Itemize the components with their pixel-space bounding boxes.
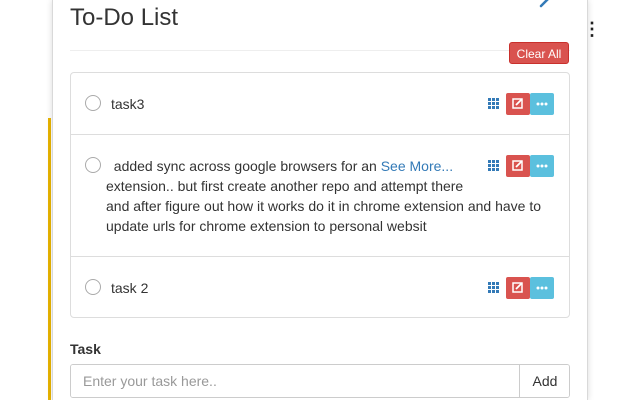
- list-item: task3: [71, 73, 569, 135]
- more-options-button[interactable]: [530, 155, 554, 177]
- task-checkbox[interactable]: [85, 157, 101, 173]
- background-page-right: [588, 0, 640, 400]
- task-input-group: Add: [70, 364, 570, 398]
- list-item: added sync across google browsers for an…: [71, 135, 569, 257]
- page-title: To-Do List: [70, 4, 179, 31]
- task-checkbox[interactable]: [85, 279, 101, 295]
- edit-icon: [512, 282, 523, 293]
- more-options-button[interactable]: [530, 277, 554, 299]
- list-item: task 2: [71, 257, 569, 317]
- ellipsis-icon: [536, 286, 548, 290]
- task-text: task3: [111, 96, 145, 112]
- todo-popup: To-Do List Clear All task3 added sync ac…: [52, 0, 588, 400]
- task-field-label: Task: [70, 341, 101, 357]
- task-actions: [488, 277, 558, 299]
- edit-button[interactable]: [506, 155, 530, 177]
- more-options-button[interactable]: [530, 93, 554, 115]
- task-text-line: update urls for chrome extension to pers…: [106, 218, 427, 234]
- task-checkbox[interactable]: [85, 95, 101, 111]
- task-text-line: and after figure out how it works do it …: [106, 198, 542, 214]
- background-accent-stripe: [48, 118, 51, 400]
- task-list: task3 added sync across google browsers …: [70, 72, 570, 318]
- add-task-button[interactable]: Add: [519, 365, 569, 397]
- background-page-left: [0, 0, 52, 400]
- grid-icon[interactable]: [488, 282, 499, 293]
- wrench-icon[interactable]: [539, 0, 559, 8]
- ellipsis-icon: [536, 102, 548, 106]
- edit-button[interactable]: [506, 277, 530, 299]
- edit-button[interactable]: [506, 93, 530, 115]
- ellipsis-icon: [536, 164, 548, 168]
- see-more-link[interactable]: See More...: [381, 158, 453, 174]
- task-text-line: extension.. but first create another rep…: [106, 178, 464, 194]
- edit-icon: [512, 160, 523, 171]
- task-input[interactable]: [71, 365, 519, 397]
- task-text-part: added sync across google browsers for an: [113, 158, 377, 174]
- edit-icon: [512, 98, 523, 109]
- grid-icon[interactable]: [488, 160, 499, 171]
- grid-icon[interactable]: [488, 98, 499, 109]
- task-actions: [488, 155, 558, 177]
- task-actions: [488, 93, 558, 115]
- clear-all-button[interactable]: Clear All: [509, 42, 569, 64]
- task-text: task 2: [111, 280, 149, 296]
- header-divider: [70, 50, 570, 51]
